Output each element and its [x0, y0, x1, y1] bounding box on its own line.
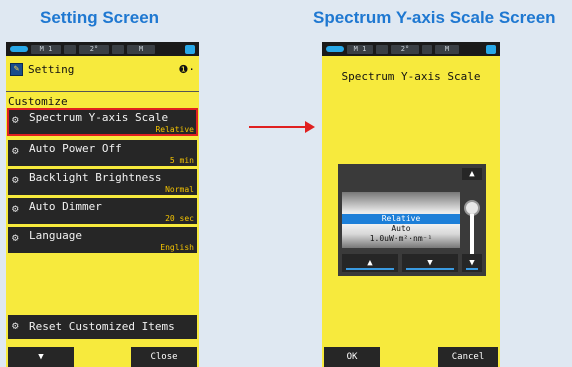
- page-indicator: ❶·: [178, 62, 195, 76]
- page-title: Setting: [28, 62, 75, 76]
- status-cell: [64, 44, 76, 54]
- option-auto[interactable]: Auto: [342, 224, 460, 234]
- status-cell: [376, 44, 388, 54]
- option-fixed-scale[interactable]: 1.0uW·m²·nm⁻¹: [342, 234, 460, 244]
- mode-indicator: M: [127, 44, 155, 54]
- setting-screen: M 1 2° M ✎ Setting ❶· Customize ⚙ Spectr…: [6, 42, 199, 367]
- gear-icon: ⚙: [12, 144, 19, 157]
- menu-item-label: Spectrum Y-axis Scale: [29, 111, 169, 124]
- arrow-head-icon: [305, 121, 315, 133]
- battery-icon: [10, 46, 28, 52]
- menu-item-auto-dimmer[interactable]: ⚙ Auto Dimmer 20 sec: [8, 198, 197, 224]
- double-down-icon: ▼: [469, 258, 475, 268]
- bottom-button-bar: ▼ Close: [6, 347, 199, 367]
- caption-setting-screen: Setting Screen: [40, 8, 160, 27]
- settings-wrench-icon: ✎: [10, 62, 23, 76]
- memory-indicator: M 1: [31, 44, 61, 54]
- field-angle-indicator: 2°: [79, 44, 109, 54]
- status-bar: M 1 2° M: [322, 42, 500, 56]
- reset-customized-items-button[interactable]: ⚙ Reset Customized Items: [8, 315, 197, 339]
- scroll-down-button[interactable]: ▼: [8, 347, 74, 367]
- bottom-button-bar: OK Cancel: [322, 347, 500, 367]
- down-arrow-icon: ▼: [427, 258, 433, 268]
- menu-item-language[interactable]: ⚙ Language English: [8, 227, 197, 253]
- status-cell: [112, 44, 124, 54]
- scroll-top-button[interactable]: ▲: [462, 168, 482, 180]
- reset-label: Reset Customized Items: [29, 320, 175, 333]
- menu-item-value: 5 min: [169, 156, 194, 165]
- up-arrow-icon: ▲: [367, 258, 373, 268]
- menu-item-value: Relative: [155, 125, 194, 134]
- ok-button[interactable]: OK: [324, 347, 380, 367]
- status-bar: M 1 2° M: [6, 42, 199, 56]
- battery-icon: [326, 46, 344, 52]
- memory-indicator: M 1: [347, 44, 373, 54]
- menu-item-spectrum-y-axis-scale[interactable]: ⚙ Spectrum Y-axis Scale Relative: [7, 108, 198, 136]
- menu-item-label: Auto Power Off: [29, 142, 122, 155]
- menu-item-value: English: [160, 243, 194, 252]
- option-drum[interactable]: Relative Auto 1.0uW·m²·nm⁻¹: [342, 192, 460, 248]
- menu-item-value: 20 sec: [165, 214, 194, 223]
- menu-item-auto-power-off[interactable]: ⚙ Auto Power Off 5 min: [8, 140, 197, 166]
- scroll-up-button[interactable]: ▲: [342, 254, 398, 272]
- status-cell: [422, 44, 432, 54]
- scroll-down-button[interactable]: ▼: [402, 254, 458, 272]
- mode-indicator: M: [435, 44, 459, 54]
- scale-picker: Relative Auto 1.0uW·m²·nm⁻¹ ▲ ▲ ▼ ▼: [338, 164, 486, 276]
- gear-icon: ⚙: [12, 202, 19, 215]
- close-button[interactable]: Close: [131, 347, 197, 367]
- double-up-icon: ▲: [469, 169, 475, 179]
- gear-icon: ⚙: [12, 319, 19, 332]
- gear-icon: ⚙: [12, 173, 19, 186]
- power-icon: [185, 44, 195, 54]
- field-angle-indicator: 2°: [391, 44, 419, 54]
- screen-title: Spectrum Y-axis Scale: [341, 70, 481, 83]
- menu-item-label: Language: [29, 229, 82, 242]
- section-title: Customize: [6, 91, 199, 108]
- spectrum-y-axis-scale-screen: M 1 2° M Spectrum Y-axis Scale Relative …: [322, 42, 500, 367]
- menu-item-backlight-brightness[interactable]: ⚙ Backlight Brightness Normal: [8, 169, 197, 195]
- menu-item-label: Auto Dimmer: [29, 200, 102, 213]
- gear-icon: ⚙: [12, 231, 19, 244]
- transition-arrow: [249, 126, 307, 128]
- cancel-button[interactable]: Cancel: [438, 347, 498, 367]
- menu-item-label: Backlight Brightness: [29, 171, 162, 184]
- setting-header: ✎ Setting ❶·: [6, 58, 199, 80]
- scroll-bottom-button[interactable]: ▼: [462, 254, 482, 272]
- menu-item-value: Normal: [165, 185, 194, 194]
- power-icon: [486, 44, 496, 54]
- option-relative[interactable]: Relative: [342, 214, 460, 224]
- caption-spectrum-screen: Spectrum Y-axis Scale Screen: [313, 8, 556, 27]
- gear-icon: ⚙: [12, 113, 19, 126]
